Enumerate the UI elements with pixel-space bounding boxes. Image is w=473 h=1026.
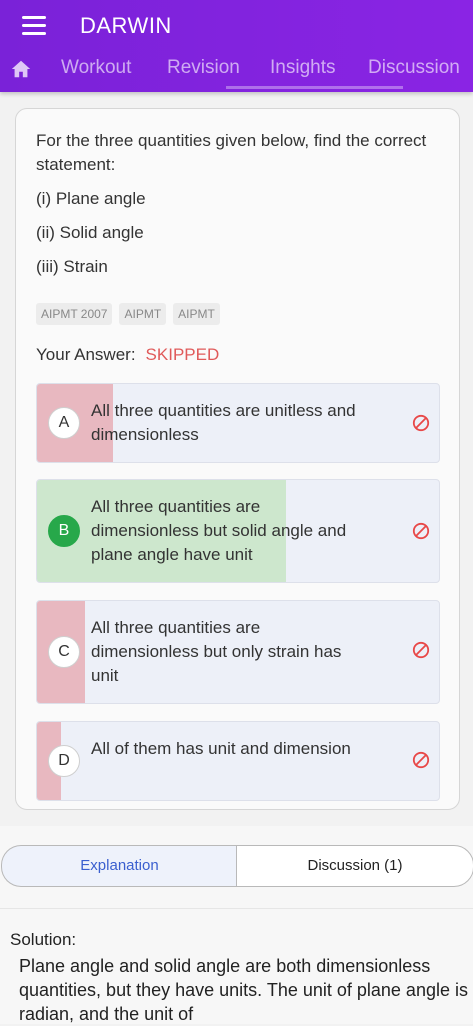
your-answer-label: Your Answer:	[36, 345, 136, 364]
app-bar: DARWIN Workout Revision Insights Discuss…	[0, 0, 473, 92]
tab-discussion[interactable]: Discussion	[368, 57, 460, 79]
tag: AIPMT	[173, 303, 220, 325]
option-a[interactable]: A All three quantities are unitless and …	[36, 383, 440, 463]
option-d[interactable]: D All of them has unit and dimension	[36, 721, 440, 801]
menu-icon[interactable]	[22, 16, 46, 36]
option-b-letter: B	[48, 515, 80, 547]
question-card: For the three quantities given below, fi…	[15, 108, 460, 810]
tab-revision[interactable]: Revision	[167, 57, 240, 79]
option-c[interactable]: C All three quantities are dimensionless…	[36, 600, 440, 704]
tab-insights[interactable]: Insights	[270, 57, 335, 79]
your-answer-value: SKIPPED	[145, 345, 220, 364]
question-item: (i) Plane angle	[36, 189, 146, 208]
tab-bar: Workout Revision Insights Discussion	[0, 52, 473, 88]
option-c-text: All three quantities are dimensionless b…	[91, 618, 342, 685]
your-answer: Your Answer: SKIPPED	[36, 345, 219, 365]
divider	[0, 908, 473, 909]
option-b[interactable]: B All three quantities are dimensionless…	[36, 479, 440, 583]
solution-label: Solution:	[10, 930, 77, 949]
not-allowed-icon	[412, 751, 430, 769]
question-item: (iii) Strain	[36, 257, 108, 276]
tab-workout[interactable]: Workout	[61, 57, 131, 79]
discussion-tab[interactable]: Discussion (1)	[236, 845, 473, 887]
question-text: For the three quantities given below, fi…	[36, 131, 427, 174]
not-allowed-icon	[412, 641, 430, 659]
app-title: DARWIN	[80, 13, 172, 38]
explanation-tab[interactable]: Explanation	[1, 845, 237, 887]
option-d-text: All of them has unit and dimension	[91, 739, 351, 758]
option-a-text: All three quantities are unitless and di…	[91, 401, 356, 444]
option-d-letter: D	[48, 745, 80, 777]
bottom-panel: Explanation Discussion (1) Solution: Pla…	[0, 826, 473, 1024]
not-allowed-icon	[412, 522, 430, 540]
question-tags: AIPMT 2007 AIPMT AIPMT	[36, 303, 227, 325]
option-b-text: All three quantities are dimensionless b…	[91, 497, 347, 564]
solution-text: Plane angle and solid angle are both dim…	[19, 956, 468, 1024]
not-allowed-icon	[412, 414, 430, 432]
option-c-letter: C	[48, 636, 80, 668]
question-item: (ii) Solid angle	[36, 223, 144, 242]
option-a-letter: A	[48, 407, 80, 439]
tab-indicator	[226, 86, 403, 89]
tag: AIPMT 2007	[36, 303, 113, 325]
home-icon[interactable]	[10, 58, 32, 80]
tag: AIPMT	[119, 303, 167, 325]
